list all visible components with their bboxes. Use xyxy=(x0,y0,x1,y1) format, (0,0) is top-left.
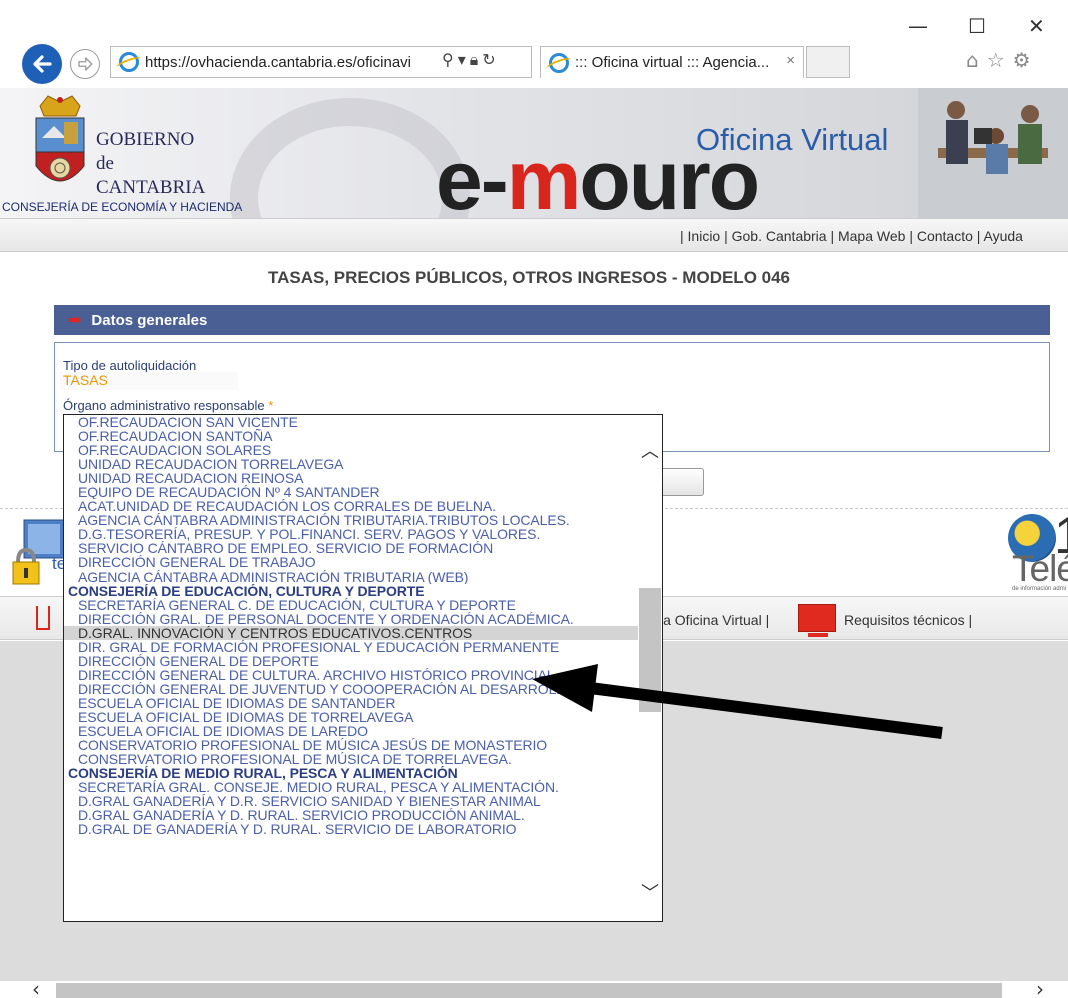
dropdown-option[interactable]: ESCUELA OFICIAL DE IDIOMAS DE LAREDO xyxy=(64,724,638,738)
dropdown-option[interactable]: DIRECCIÓN GENERAL DE TRABAJO xyxy=(64,555,638,569)
oficina-virtual-link[interactable]: la Oficina Virtual | xyxy=(660,612,769,628)
dropdown-option[interactable]: CONSERVATORIO PROFESIONAL DE MÚSICA DE T… xyxy=(64,752,638,766)
maximize-button[interactable]: ☐ xyxy=(968,14,986,38)
office-people-photo xyxy=(918,88,1068,218)
dropdown-option[interactable]: D.G.TESORERÍA, PRESUP. Y POL.FINANCI. SE… xyxy=(64,527,638,541)
chevron-up-icon[interactable]: ︿ xyxy=(641,437,659,463)
red-arrow-icon: ➡ xyxy=(68,312,82,329)
requisitos-tecnicos-link[interactable]: Requisitos técnicos | xyxy=(844,612,972,628)
forward-button[interactable] xyxy=(70,49,100,79)
site-banner: GOBIERNO de CANTABRIA CONSEJERÍA DE ECON… xyxy=(0,88,1068,218)
ie-icon xyxy=(119,52,139,72)
new-tab-button[interactable] xyxy=(806,46,850,78)
dropdown-option[interactable]: DIR. GRAL DE FORMACIÓN PROFESIONAL Y EDU… xyxy=(64,640,638,654)
back-button[interactable] xyxy=(22,44,62,84)
scroll-left-icon[interactable]: ‹ xyxy=(32,979,40,998)
scroll-right-icon[interactable]: › xyxy=(1036,979,1044,998)
dropdown-options: OF.RECAUDACION SAN VICENTE OF.RECAUDACION… xyxy=(64,415,638,836)
dropdown-group-header: CONSEJERÍA DE MEDIO RURAL, PESCA Y ALIME… xyxy=(68,766,458,781)
chevron-down-icon[interactable]: ﹀ xyxy=(641,879,659,905)
telefono-subtext: de información admi xyxy=(1012,586,1067,592)
section-title: Datos generales xyxy=(91,311,208,329)
forward-arrow-icon xyxy=(78,57,93,71)
dropdown-option[interactable]: D.GRAL GANADERÍA Y D.R. SERVICIO SANIDAD… xyxy=(64,794,638,808)
dropdown-option[interactable]: OF.RECAUDACION SANTOÑA xyxy=(64,429,638,443)
address-tools: ⚲▾🔒︎↻ xyxy=(442,50,500,70)
emouro-logo: e-mouro xyxy=(436,133,760,218)
page-title: TASAS, PRECIOS PÚBLICOS, OTROS INGRESOS … xyxy=(267,268,791,287)
organo-dropdown-list[interactable]: OF.RECAUDACION SAN VICENTE OF.RECAUDACION… xyxy=(63,414,663,922)
ie-icon xyxy=(549,52,569,73)
monitor-base xyxy=(808,633,828,637)
dropdown-option[interactable]: SECRETARÍA GENERAL C. DE EDUCACIÓN, CULT… xyxy=(64,598,638,612)
dropdown-option[interactable]: AGENCIA CÁNTABRA ADMINISTRACIÓN TRIBUTAR… xyxy=(64,570,638,584)
home-icon[interactable]: ⌂ xyxy=(966,48,987,72)
banner-decoration xyxy=(230,98,470,218)
dropdown-option[interactable]: CONSERVATORIO PROFESIONAL DE MÚSICA JESÚ… xyxy=(64,738,638,752)
lock-icon: 🔒︎ xyxy=(469,50,483,69)
dropdown-option[interactable]: ESCUELA OFICIAL DE IDIOMAS DE SANTANDER xyxy=(64,696,638,710)
minimize-button[interactable]: — xyxy=(908,14,928,38)
dropdown-option[interactable]: UNIDAD RECAUDACION REINOSA xyxy=(64,471,638,485)
dropdown-icon[interactable]: ▾ xyxy=(458,50,470,69)
close-window-button[interactable]: ✕ xyxy=(1028,14,1045,38)
required-mark: * xyxy=(268,398,274,413)
search-icon[interactable]: ⚲ xyxy=(442,50,458,69)
telefono-text: Teléfo xyxy=(1012,548,1068,589)
refresh-icon[interactable]: ↻ xyxy=(482,50,499,69)
dropdown-option[interactable]: OF.RECAUDACION SAN VICENTE xyxy=(64,415,638,429)
monitor-icon xyxy=(798,604,836,632)
tab-title: ::: Oficina virtual ::: Agencia... xyxy=(575,54,770,71)
address-url[interactable]: https://ovhacienda.cantabria.es/oficinav… xyxy=(145,54,411,71)
dropdown-option[interactable]: DIRECCIÓN GRAL. DE PERSONAL DOCENTE Y OR… xyxy=(64,612,638,626)
dropdown-option[interactable]: SERVICIO CÁNTABRO DE EMPLEO. SERVICIO DE… xyxy=(64,541,638,555)
dropdown-option[interactable]: ESCUELA OFICIAL DE IDIOMAS DE TORRELAVEG… xyxy=(64,710,638,724)
dropdown-option[interactable]: OF.RECAUDACION SOLARES xyxy=(64,443,638,457)
back-arrow-icon xyxy=(33,55,52,73)
dropdown-option[interactable]: D.GRAL. INNOVACIÓN Y CENTROS EDUCATIVOS.… xyxy=(64,625,638,640)
dropdown-option[interactable]: DIRECCIÓN GENERAL DE DEPORTE xyxy=(64,654,638,668)
dropdown-option[interactable]: DIRECCIÓN GENERAL DE CULTURA. ARCHIVO HI… xyxy=(64,668,638,682)
gobierno-cantabria-text: GOBIERNO de CANTABRIA xyxy=(96,129,206,198)
cantabria-crest-logo xyxy=(35,95,85,182)
dropdown-option[interactable]: DIRECCIÓN GENERAL DE JUVENTUD Y COOOPERA… xyxy=(64,682,638,696)
dropdown-option[interactable]: ACAT.UNIDAD DE RECAUDACIÓN LOS CORRALES … xyxy=(64,499,638,513)
top-links-bar[interactable]: | Inicio | Gob. Cantabria | Mapa Web | C… xyxy=(0,218,1068,252)
dropdown-option[interactable]: D.GRAL GANADERÍA Y D. RURAL. SERVICIO PR… xyxy=(64,808,638,822)
dropdown-option[interactable]: SECRETARÍA GRAL. CONSEJE. MEDIO RURAL, P… xyxy=(64,780,638,794)
horizontal-scroll-thumb[interactable] xyxy=(56,983,1002,998)
dropdown-option[interactable]: AGENCIA CÁNTABRA ADMINISTRACIÓN TRIBUTAR… xyxy=(64,513,638,527)
toolbar-icons: ⌂☆⚙ xyxy=(966,48,1039,72)
dropdown-group-header: CONSEJERÍA DE EDUCACIÓN, CULTURA Y DEPOR… xyxy=(68,583,425,598)
consejeria-label: CONSEJERÍA DE ECONOMÍA Y HACIENDA xyxy=(2,200,243,214)
datos-generales-header: ➡ Datos generales xyxy=(54,305,1050,335)
dropdown-option[interactable]: EQUIPO DE RECAUDACIÓN Nº 4 SANTANDER xyxy=(64,485,638,499)
settings-gear-icon[interactable]: ⚙ xyxy=(1013,48,1039,72)
secure-laptop-icon xyxy=(12,519,65,585)
dropdown-scroll-thumb[interactable] xyxy=(639,588,661,712)
favorites-star-icon[interactable]: ☆ xyxy=(987,48,1013,72)
tab-close-button[interactable]: × xyxy=(786,52,795,69)
browser-chrome: — ☐ ✕ https://ovhacienda.cantabria.es/of… xyxy=(0,0,1068,88)
dropdown-option[interactable]: UNIDAD RECAUDACION TORRELAVEGA xyxy=(64,457,638,471)
tipo-autoliquidacion-label: Tipo de autoliquidación xyxy=(63,358,197,373)
browser-tab[interactable]: ::: Oficina virtual ::: Agencia... × xyxy=(540,46,804,78)
organo-responsable-label: Órgano administrativo responsable * xyxy=(63,398,274,413)
footer-left-icon xyxy=(36,606,50,630)
dropdown-option[interactable]: D.GRAL DE GANADERÍA Y D. RURAL. SERVICIO… xyxy=(64,822,638,836)
tipo-autoliquidacion-value[interactable]: TASAS xyxy=(60,372,238,390)
